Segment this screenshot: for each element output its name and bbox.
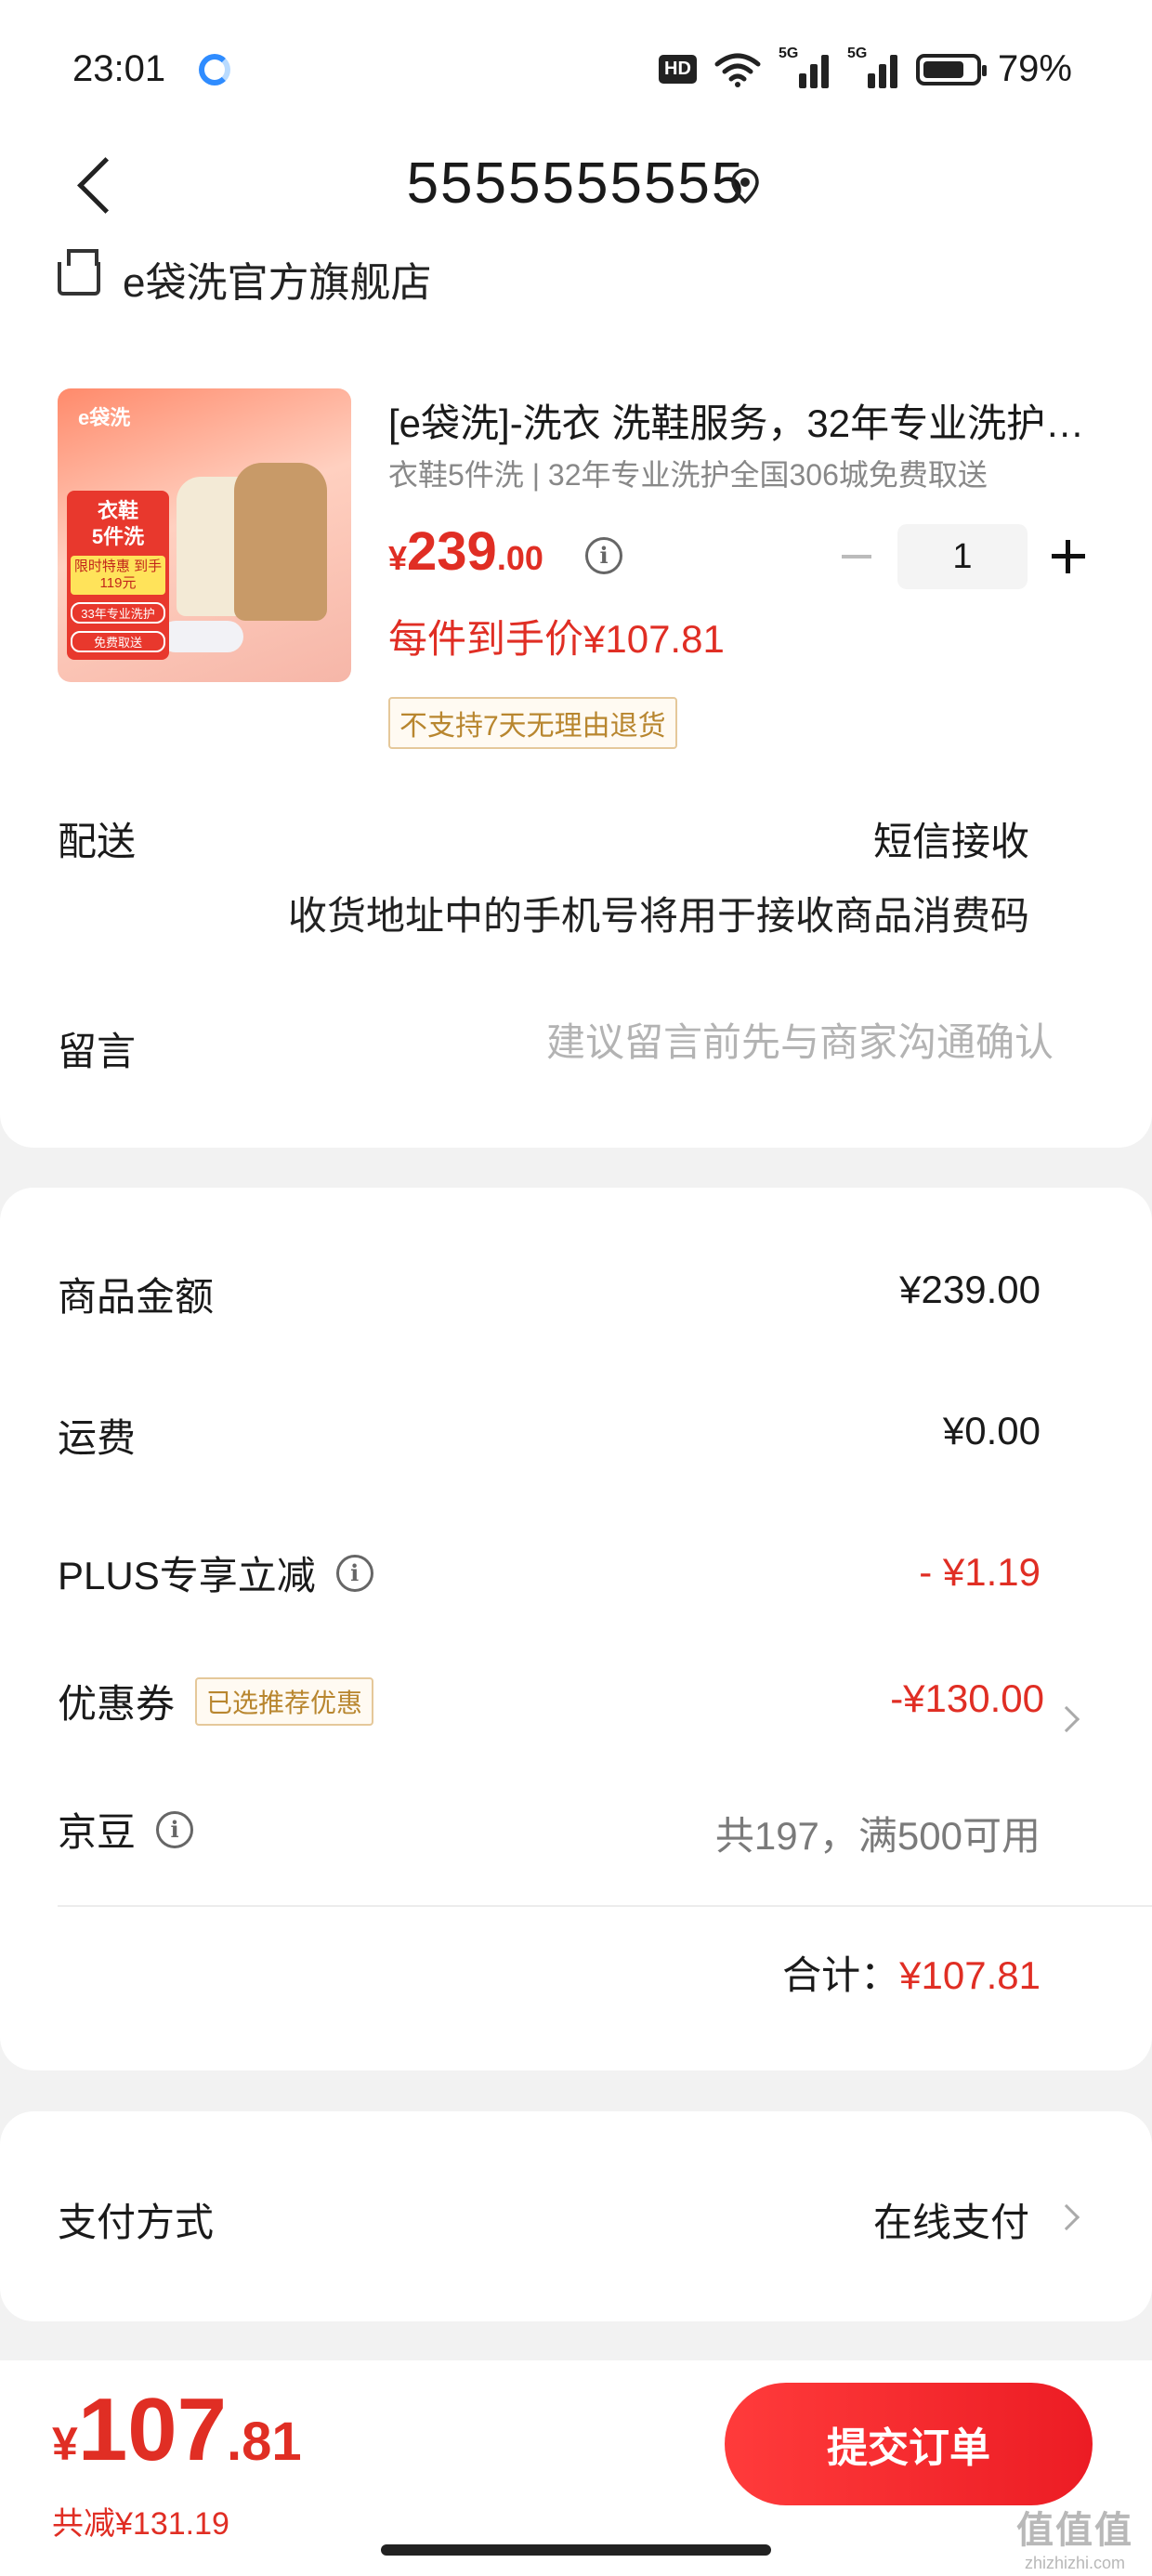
jd-beans-value: 共197，满500可用 [714,1814,1041,1858]
jd-beans-row: 京豆 i [58,1801,194,1858]
decrease-quantity-button[interactable] [836,536,877,577]
order-item-card: e袋洗官方旗舰店 e袋洗 衣鞋 5件洗 限时特惠 到手119元 33年专业洗护 … [0,242,1152,1148]
plus-discount-value: - ¥1.19 [919,1550,1041,1594]
message-label: 留言 [58,1030,137,1073]
hd-voice-icon: HD [659,55,697,84]
delivery-note: 收货地址中的手机号将用于接收商品消费码 [287,894,1029,938]
signal-icon-2: 5G [847,46,899,88]
thumb-shoe [160,621,243,652]
info-icon[interactable]: i [335,1554,373,1592]
chevron-right-icon[interactable] [1053,2203,1080,2231]
product-subtitle: 衣鞋5件洗 | 32年专业洗护全国306城免费取送 [388,458,988,492]
total-value: ¥107.81 [899,1953,1041,1997]
thumb-logo: e袋洗 [78,406,131,429]
home-indicator[interactable] [381,2544,771,2556]
return-policy-tag: 不支持7天无理由退货 [388,697,677,749]
battery-percent: 79% [997,48,1072,89]
product-title[interactable]: [e袋洗]-洗衣 洗鞋服务，32年专业洗护全国306城免费取送 [388,392,1094,449]
delivery-label: 配送 [58,820,137,863]
message-input[interactable] [440,1020,1054,1065]
page-header: 5555555555 [0,130,1152,242]
goods-amount-value: ¥239.00 [899,1268,1041,1311]
cost-summary-card: 商品金额 ¥239.00 运费 ¥0.00 PLUS专享立减 i - ¥1.19… [0,1188,1152,2070]
product-price: ¥ 239 .00 [388,521,543,582]
watermark: 值值值 zhizhizhi.com [1016,2510,1133,2572]
info-icon[interactable]: i [585,537,622,574]
status-icons: HD 5G 5G 79% [659,46,1072,90]
location-pin-icon[interactable] [730,167,760,204]
payment-method-card[interactable]: 支付方式 在线支付 [0,2111,1152,2321]
wifi-icon [714,53,761,87]
jd-beans-label: 京豆 [58,1810,137,1854]
total-row: 合计：¥107.81 [782,1944,1041,2001]
thumb-coat-camel [234,463,327,621]
coupon-value[interactable]: -¥130.00 [890,1676,1044,1721]
footer-saved: 共减¥131.19 [52,2506,229,2542]
total-label: 合计： [782,1953,900,1997]
chevron-right-icon[interactable] [1053,1705,1080,1733]
coupon-row[interactable]: 优惠券 已选推荐优惠 [58,1673,374,1729]
divider [58,1905,1152,1907]
loading-icon [199,54,230,85]
goods-amount-label: 商品金额 [58,1275,215,1319]
shop-icon [58,249,100,296]
quantity-input[interactable]: 1 [897,524,1028,589]
shop-header[interactable]: e袋洗官方旗舰店 [58,249,431,309]
battery-icon [915,53,987,85]
shop-name: e袋洗官方旗舰店 [123,260,432,306]
plus-discount-row: PLUS专享立减 i [58,1544,373,1601]
thumb-badge: 衣鞋 5件洗 限时特惠 到手119元 33年专业洗护 免费取送 [67,491,169,660]
payment-label: 支付方式 [58,2201,215,2244]
increase-quantity-button[interactable] [1048,536,1089,577]
quantity-stepper: 1 [836,524,1089,589]
signal-icon-1: 5G [779,46,831,88]
status-time: 23:01 [72,48,166,89]
shipping-value: ¥0.00 [942,1409,1041,1452]
product-image[interactable]: e袋洗 衣鞋 5件洗 限时特惠 到手119元 33年专业洗护 免费取送 [58,388,351,682]
footer-total: ¥ 107 .81 [52,2380,302,2479]
page-title[interactable]: 5555555555 [0,151,1152,217]
coupon-tag: 已选推荐优惠 [195,1676,374,1726]
status-bar: 23:01 HD 5G 5G 79% [0,0,1152,130]
info-icon[interactable]: i [156,1810,194,1848]
shipping-label: 运费 [58,1416,137,1460]
payment-value[interactable]: 在线支付 [873,2191,1029,2248]
plus-discount-label: PLUS专享立减 [58,1554,316,1597]
delivery-value: 短信接收 [872,820,1029,863]
unit-price: 每件到手价¥107.81 [388,617,725,661]
submit-order-button[interactable]: 提交订单 [725,2383,1093,2505]
coupon-label: 优惠券 [58,1682,176,1726]
